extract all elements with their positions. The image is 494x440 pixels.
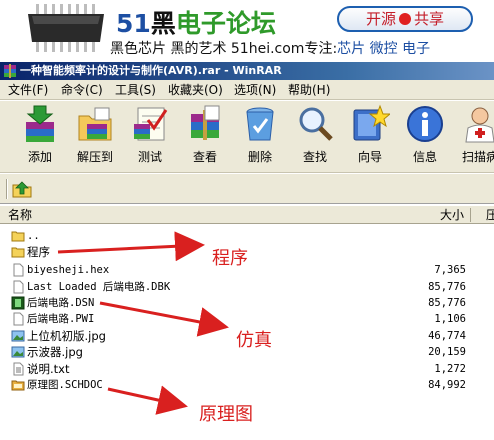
file-name: 后端电路.DSN — [27, 297, 95, 309]
main-toolbar: 添加 解压到 测试 查看 删除 查找 向导 信息 扫描病 — [0, 101, 494, 173]
list-item[interactable]: 说明.txt 1,272 — [0, 361, 494, 377]
info-label: 信息 — [412, 150, 437, 164]
open-source-button[interactable]: 开源 共享 — [337, 6, 473, 32]
file-size: 1,106 — [434, 313, 466, 325]
site-banner: 51黑电子论坛 开源 共享 黑色芯片 黑的艺术 51hei.com专注:芯片 微控… — [0, 0, 494, 60]
file-name: 上位机初版.jpg — [27, 329, 106, 343]
open-source-right: 共享 — [414, 10, 445, 28]
extract-to-label: 解压到 — [76, 150, 113, 164]
add-button[interactable]: 添加 — [12, 104, 68, 170]
wizard-button[interactable]: 向导 — [342, 104, 398, 170]
scan-virus-label: 扫描病 — [461, 150, 494, 164]
list-item[interactable]: 后端电路.PWI 1,106 — [0, 311, 494, 327]
file-name: biyesheji.hex — [27, 264, 110, 276]
file-size: 84,992 — [428, 379, 466, 391]
file-size: 85,776 — [428, 297, 466, 309]
up-folder-icon[interactable] — [12, 180, 32, 198]
magnifier-icon — [299, 107, 333, 141]
file-list-header: 名称 大小 压 — [0, 206, 494, 224]
delete-button[interactable]: 删除 — [232, 104, 288, 170]
toolbar-grip — [6, 179, 8, 199]
delete-label: 删除 — [247, 150, 272, 164]
red-dot-icon — [399, 13, 411, 25]
add-icon — [26, 105, 54, 142]
test-label: 测试 — [137, 150, 162, 164]
tagline-part-b: 51hei.com专注: — [226, 41, 338, 57]
list-item[interactable]: .. — [0, 228, 494, 244]
column-size-header[interactable]: 大小 — [428, 206, 464, 224]
program-annotation: 程序 — [212, 248, 248, 269]
test-button[interactable]: 测试 — [122, 104, 178, 170]
chip-logo-icon — [28, 4, 104, 52]
find-label: 查找 — [302, 150, 327, 164]
image-file-icon — [11, 346, 25, 358]
text-file-icon — [13, 362, 24, 376]
file-size: 46,774 — [428, 330, 466, 342]
winrar-app-icon — [4, 64, 16, 78]
file-icon — [13, 312, 24, 326]
schematic-file-icon — [11, 380, 25, 391]
folder-up-icon — [11, 231, 25, 242]
file-name: 原理图.SCHDOC — [27, 379, 103, 391]
schematic-annotation: 原理图 — [199, 404, 253, 425]
file-size: 85,776 — [428, 281, 466, 293]
brand-51: 51 — [116, 9, 151, 38]
info-button[interactable]: 信息 — [397, 104, 453, 170]
address-bar — [0, 174, 494, 204]
open-source-left: 开源 — [365, 10, 396, 28]
wizard-label: 向导 — [357, 150, 382, 164]
tagline-part-a: 黑色芯片 黑的艺术 — [110, 41, 227, 57]
column-name-header[interactable]: 名称 — [8, 206, 32, 224]
menu-file[interactable]: 文件(F) — [6, 80, 50, 100]
extract-to-icon — [78, 107, 112, 141]
file-size: 7,365 — [434, 264, 466, 276]
file-name: Last Loaded 后端电路.DBK — [27, 281, 171, 293]
brand-rest: 电子论坛 — [175, 9, 276, 38]
column-divider[interactable] — [470, 208, 471, 222]
view-icon — [191, 105, 220, 140]
list-item[interactable]: Last Loaded 后端电路.DBK 85,776 — [0, 279, 494, 295]
file-icon — [13, 280, 24, 294]
add-label: 添加 — [27, 150, 52, 164]
window-titlebar[interactable]: 一种智能频率计的设计与制作(AVR).rar - WinRAR — [0, 62, 494, 80]
list-item[interactable]: 后端电路.DSN 85,776 — [0, 295, 494, 311]
window-title: 一种智能频率计的设计与制作(AVR).rar - WinRAR — [20, 64, 282, 77]
menu-bar: 文件(F) 命令(C) 工具(S) 收藏夹(O) 选项(N) 帮助(H) — [0, 80, 494, 100]
column-packed-header[interactable]: 压 — [486, 206, 494, 224]
file-size: 20,159 — [428, 346, 466, 358]
menu-favorites[interactable]: 收藏夹(O) — [166, 80, 225, 100]
tagline-part-c: 芯片 微控 电子 — [337, 41, 431, 57]
list-item[interactable]: 原理图.SCHDOC 84,992 — [0, 377, 494, 393]
file-size: 1,272 — [434, 363, 466, 375]
file-name: 程序 — [27, 245, 50, 259]
file-name: .. — [27, 230, 40, 242]
menu-help[interactable]: 帮助(H) — [286, 80, 332, 100]
file-icon — [13, 263, 24, 277]
menu-commands[interactable]: 命令(C) — [59, 80, 105, 100]
folder-icon — [11, 247, 25, 258]
wizard-icon — [353, 104, 390, 141]
extract-to-button[interactable]: 解压到 — [67, 104, 123, 170]
recycle-bin-icon — [246, 107, 274, 141]
info-icon — [407, 106, 443, 142]
file-name: 示波器.jpg — [27, 345, 83, 359]
scan-virus-button[interactable]: 扫描病 — [452, 104, 494, 170]
image-file-icon — [11, 330, 25, 342]
test-icon — [134, 107, 168, 141]
view-label: 查看 — [192, 150, 217, 164]
file-name: 后端电路.PWI — [27, 313, 95, 325]
menu-tools[interactable]: 工具(S) — [113, 80, 158, 100]
view-button[interactable]: 查看 — [177, 104, 233, 170]
proteus-file-icon — [11, 296, 25, 310]
file-name: 说明.txt — [27, 362, 70, 376]
brand-title[interactable]: 51黑电子论坛 — [116, 4, 276, 40]
doctor-icon — [465, 107, 494, 143]
simulation-annotation: 仿真 — [236, 330, 272, 351]
brand-hei: 黑 — [150, 9, 176, 38]
menu-options[interactable]: 选项(N) — [232, 80, 278, 100]
banner-tagline: 黑色芯片 黑的艺术 51hei.com专注:芯片 微控 电子 — [110, 38, 430, 58]
find-button[interactable]: 查找 — [287, 104, 343, 170]
